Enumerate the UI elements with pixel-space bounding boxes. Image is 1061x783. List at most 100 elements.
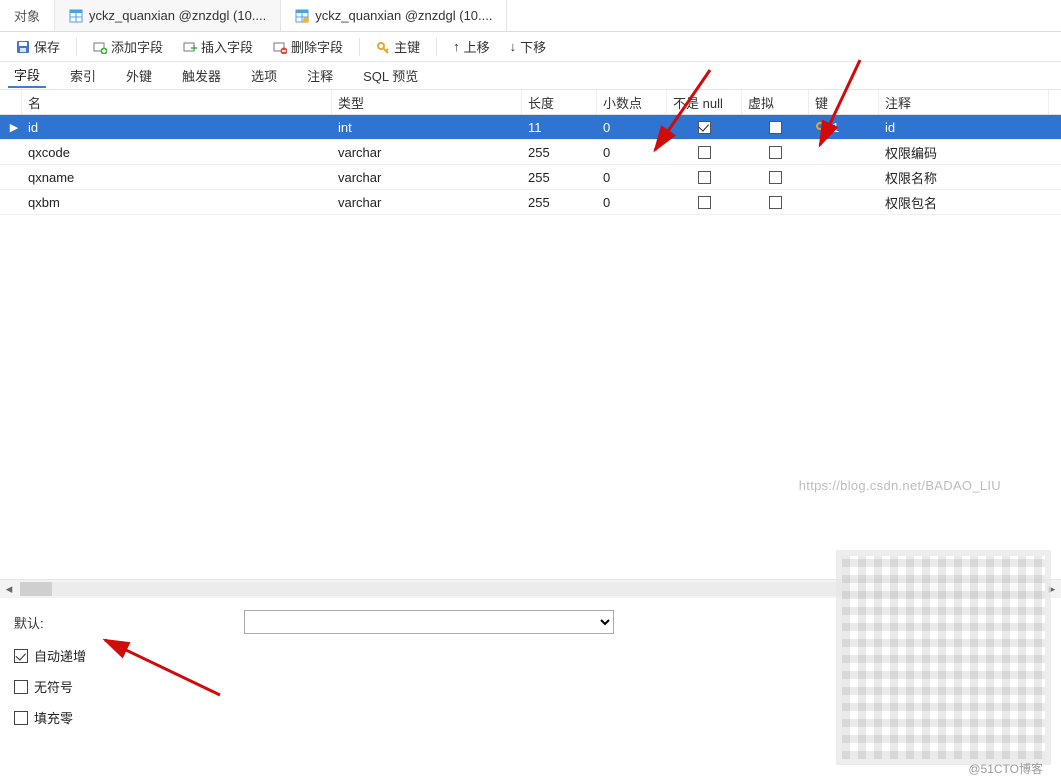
add-field-button[interactable]: 添加字段 xyxy=(85,35,171,58)
cell-decimals[interactable]: 0 xyxy=(597,195,667,210)
tab-objects[interactable]: 对象 xyxy=(0,0,55,31)
insert-field-icon xyxy=(183,40,197,54)
checkbox-icon[interactable] xyxy=(769,121,782,134)
subtab-comment[interactable]: 注释 xyxy=(301,64,339,87)
cell-length[interactable]: 255 xyxy=(522,145,597,160)
move-up-button[interactable]: ↑ 上移 xyxy=(445,35,498,58)
grid-body: ▶idint1101idqxcodevarchar2550权限编码qxnamev… xyxy=(0,115,1061,215)
cell-virtual[interactable] xyxy=(742,121,809,134)
col-comment[interactable]: 注释 xyxy=(879,90,1049,114)
tab-table-2[interactable]: yckz_quanxian @znzdgl (10.... xyxy=(281,0,507,31)
cell-virtual[interactable] xyxy=(742,171,809,184)
col-virtual[interactable]: 虚拟 xyxy=(742,90,809,114)
grid-header-row: 名 类型 长度 小数点 不是 null 虚拟 键 注释 xyxy=(0,90,1061,115)
cell-name[interactable]: id xyxy=(22,120,332,135)
col-name[interactable]: 名 xyxy=(22,90,332,114)
cell-notnull[interactable] xyxy=(667,171,742,184)
cell-length[interactable]: 255 xyxy=(522,170,597,185)
cell-decimals[interactable]: 0 xyxy=(597,170,667,185)
subtab-options[interactable]: 选项 xyxy=(245,64,283,87)
save-button[interactable]: 保存 xyxy=(8,35,68,58)
delete-field-button[interactable]: 删除字段 xyxy=(265,35,351,58)
unsigned-checkbox[interactable] xyxy=(14,680,28,694)
row-pointer-icon: ▶ xyxy=(0,121,22,134)
subtab-foreign[interactable]: 外键 xyxy=(120,64,158,87)
toolbar-separator xyxy=(76,38,77,56)
checkbox-icon[interactable] xyxy=(698,121,711,134)
table-row[interactable]: qxcodevarchar2550 权限编码 xyxy=(0,140,1061,165)
cell-name[interactable]: qxcode xyxy=(22,145,332,160)
checkbox-icon[interactable] xyxy=(769,171,782,184)
cell-virtual[interactable] xyxy=(742,146,809,159)
cell-comment[interactable]: id xyxy=(879,120,1049,135)
tab-objects-label: 对象 xyxy=(14,6,40,25)
cell-comment[interactable]: 权限名称 xyxy=(879,168,1049,187)
subtab-triggers[interactable]: 触发器 xyxy=(176,64,227,87)
col-key[interactable]: 键 xyxy=(809,90,879,114)
key-icon xyxy=(376,40,390,54)
col-notnull[interactable]: 不是 null xyxy=(667,90,742,114)
move-down-button[interactable]: ↓ 下移 xyxy=(502,35,555,58)
cell-type[interactable]: varchar xyxy=(332,145,522,160)
scroll-thumb[interactable] xyxy=(20,582,52,596)
auto-increment-checkbox[interactable] xyxy=(14,649,28,663)
subtab-sql[interactable]: SQL 预览 xyxy=(357,64,424,87)
cell-comment[interactable]: 权限包名 xyxy=(879,193,1049,212)
save-label: 保存 xyxy=(34,37,60,56)
default-label: 默认: xyxy=(14,613,234,632)
cell-name[interactable]: qxname xyxy=(22,170,332,185)
attribution-text: @51CTO博客 xyxy=(968,760,1043,777)
add-field-icon xyxy=(93,40,107,54)
checkbox-icon[interactable] xyxy=(769,196,782,209)
unsigned-label: 无符号 xyxy=(34,677,73,696)
cell-decimals[interactable]: 0 xyxy=(597,120,667,135)
annotation-arrow-icon xyxy=(90,625,240,715)
subtab-indexes[interactable]: 索引 xyxy=(64,64,102,87)
move-up-label: 上移 xyxy=(464,37,490,56)
subtab-fields[interactable]: 字段 xyxy=(8,63,46,88)
toolbar-separator xyxy=(436,38,437,56)
cell-virtual[interactable] xyxy=(742,196,809,209)
checkbox-icon[interactable] xyxy=(769,146,782,159)
default-select[interactable] xyxy=(244,610,614,634)
cell-type[interactable]: int xyxy=(332,120,522,135)
tab-table-1[interactable]: yckz_quanxian @znzdgl (10.... xyxy=(55,0,281,31)
move-down-label: 下移 xyxy=(520,37,546,56)
cell-notnull[interactable] xyxy=(667,146,742,159)
qr-code-icon xyxy=(836,550,1051,765)
primary-key-button[interactable]: 主键 xyxy=(368,35,428,58)
cell-key[interactable]: 1 xyxy=(809,120,879,135)
col-decimals[interactable]: 小数点 xyxy=(597,90,667,114)
arrow-up-icon: ↑ xyxy=(453,39,460,54)
auto-increment-label: 自动递增 xyxy=(34,646,86,665)
primary-key-label: 主键 xyxy=(394,37,420,56)
cell-decimals[interactable]: 0 xyxy=(597,145,667,160)
insert-field-button[interactable]: 插入字段 xyxy=(175,35,261,58)
cell-type[interactable]: varchar xyxy=(332,170,522,185)
insert-field-label: 插入字段 xyxy=(201,37,253,56)
watermark-text: https://blog.csdn.net/BADAO_LIU xyxy=(799,478,1001,493)
checkbox-icon[interactable] xyxy=(698,171,711,184)
col-type[interactable]: 类型 xyxy=(332,90,522,114)
tab-table-2-label: yckz_quanxian @znzdgl (10.... xyxy=(315,8,492,23)
cell-notnull[interactable] xyxy=(667,121,742,134)
cell-comment[interactable]: 权限编码 xyxy=(879,143,1049,162)
checkbox-icon[interactable] xyxy=(698,146,711,159)
checkbox-icon[interactable] xyxy=(698,196,711,209)
scroll-left-icon[interactable]: ◂ xyxy=(0,580,18,598)
table-row[interactable]: ▶idint1101id xyxy=(0,115,1061,140)
cell-notnull[interactable] xyxy=(667,196,742,209)
cell-length[interactable]: 255 xyxy=(522,195,597,210)
col-length[interactable]: 长度 xyxy=(522,90,597,114)
cell-length[interactable]: 11 xyxy=(522,120,597,135)
table-row[interactable]: qxnamevarchar2550 权限名称 xyxy=(0,165,1061,190)
cell-type[interactable]: varchar xyxy=(332,195,522,210)
cell-name[interactable]: qxbm xyxy=(22,195,332,210)
add-field-label: 添加字段 xyxy=(111,37,163,56)
delete-field-icon xyxy=(273,40,287,54)
subtab-strip: 字段 索引 外键 触发器 选项 注释 SQL 预览 xyxy=(0,62,1061,90)
table-row[interactable]: qxbmvarchar2550 权限包名 xyxy=(0,190,1061,215)
zerofill-label: 填充零 xyxy=(34,708,73,727)
delete-field-label: 删除字段 xyxy=(291,37,343,56)
zerofill-checkbox[interactable] xyxy=(14,711,28,725)
